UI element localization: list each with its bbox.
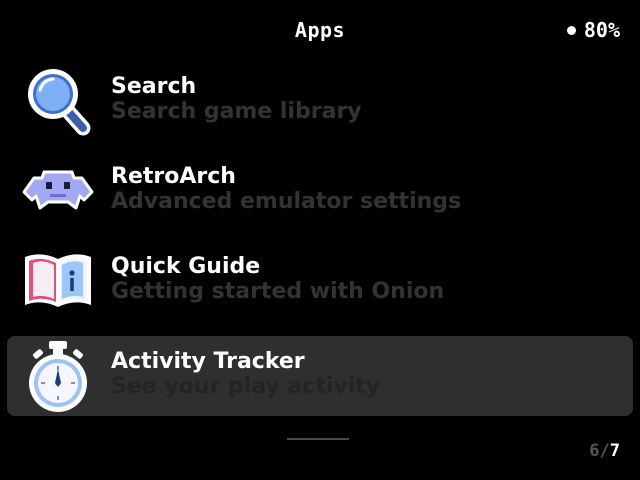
item-subtitle: Getting started with Onion [111,279,445,304]
item-title: Quick Guide [111,254,261,279]
item-title: Activity Tracker [111,349,305,374]
list-item-retroarch[interactable]: RetroArch Advanced emulator settings [7,151,633,231]
item-subtitle: Advanced emulator settings [111,189,462,214]
scroll-indicator [287,438,349,440]
item-title: Search [111,74,197,99]
item-subtitle: Search game library [111,99,362,124]
stopwatch-icon [20,341,96,412]
retroarch-space-invader-icon [20,156,96,226]
page-total: 7 [609,441,620,461]
book-icon [20,246,96,316]
magnifier-icon [20,66,96,136]
item-subtitle: See your play activity [111,374,381,399]
page-counter: 6/7 [589,441,620,461]
list-item-search[interactable]: Search Search game library [7,61,633,141]
list-item-quick-guide[interactable]: Quick Guide Getting started with Onion [7,241,633,321]
list-item-activity-tracker[interactable]: Activity Tracker See your play activity [7,336,633,416]
page-separator: / [599,441,610,461]
apps-list: Search Search game library RetroArch Adv… [0,0,640,480]
item-title: RetroArch [111,164,236,189]
page-current: 6 [589,441,600,461]
